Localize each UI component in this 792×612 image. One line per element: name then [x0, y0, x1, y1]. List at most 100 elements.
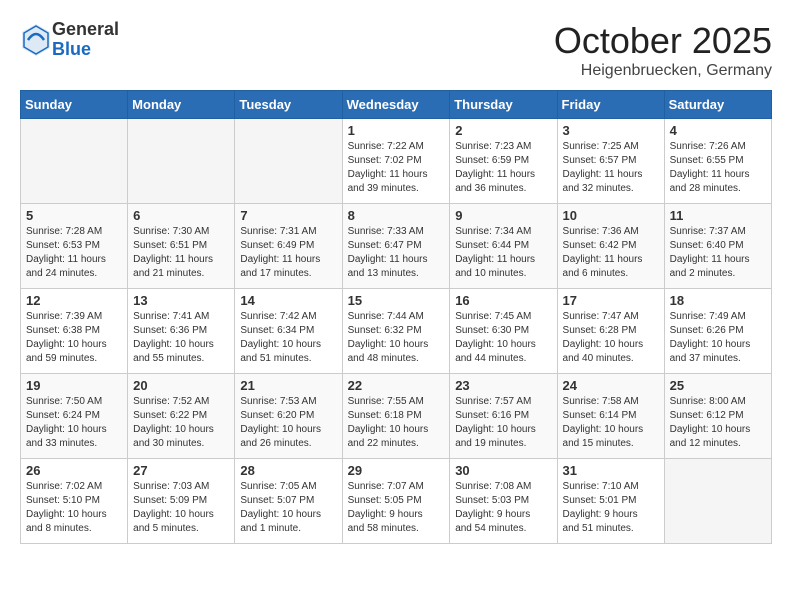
calendar-cell: 28 Sunrise: 7:05 AM Sunset: 5:07 PM Dayli…	[235, 459, 342, 544]
day-number: 21	[240, 378, 336, 393]
calendar-cell: 1Sunrise: 7:22 AM Sunset: 7:02 PM Daylig…	[342, 119, 450, 204]
calendar-cell: 4Sunrise: 7:26 AM Sunset: 6:55 PM Daylig…	[664, 119, 771, 204]
day-info: Sunrise: 7:58 AM Sunset: 6:14 PM Dayligh…	[563, 395, 659, 451]
calendar-cell: 27 Sunrise: 7:03 AM Sunset: 5:09 PM Dayli…	[128, 459, 235, 544]
day-info: Sunrise: 7:34 AM Sunset: 6:44 PM Dayligh…	[455, 225, 551, 281]
day-info: Sunrise: 7:42 AM Sunset: 6:34 PM Dayligh…	[240, 310, 336, 366]
day-number: 5	[26, 208, 122, 223]
calendar-cell: 26 Sunrise: 7:02 AM Sunset: 5:10 PM Dayli…	[21, 459, 128, 544]
logo-blue: Blue	[52, 40, 119, 60]
calendar-cell: 17 Sunrise: 7:47 AM Sunset: 6:28 PM Dayli…	[557, 289, 664, 374]
calendar-table: SundayMondayTuesdayWednesdayThursdayFrid…	[20, 90, 772, 544]
calendar-cell: 13Sunrise: 7:41 AM Sunset: 6:36 PM Dayli…	[128, 289, 235, 374]
calendar-cell: 8Sunrise: 7:33 AM Sunset: 6:47 PM Daylig…	[342, 204, 450, 289]
logo-icon	[20, 22, 52, 58]
location: Heigenbruecken, Germany	[554, 62, 772, 80]
day-number: 23	[455, 378, 551, 393]
calendar-cell: 2 Sunrise: 7:23 AM Sunset: 6:59 PM Daylig…	[450, 119, 557, 204]
calendar-cell	[21, 119, 128, 204]
day-info: Sunrise: 7:37 AM Sunset: 6:40 PM Dayligh…	[670, 225, 766, 281]
header-thursday: Thursday	[450, 91, 557, 119]
day-number: 24	[563, 378, 659, 393]
day-number: 13	[133, 293, 229, 308]
day-info: Sunrise: 7:30 AM Sunset: 6:51 PM Dayligh…	[133, 225, 229, 281]
calendar-cell: 31 Sunrise: 7:10 AM Sunset: 5:01 PM Dayli…	[557, 459, 664, 544]
calendar-week-3: 19 Sunrise: 7:50 AM Sunset: 6:24 PM Dayli…	[21, 374, 772, 459]
calendar-cell: 21 Sunrise: 7:53 AM Sunset: 6:20 PM Dayli…	[235, 374, 342, 459]
calendar-cell	[664, 459, 771, 544]
day-info: Sunrise: 7:57 AM Sunset: 6:16 PM Dayligh…	[455, 395, 551, 451]
calendar-cell: 5 Sunrise: 7:28 AM Sunset: 6:53 PM Daylig…	[21, 204, 128, 289]
page-header: General Blue October 2025 Heigenbruecken…	[20, 20, 772, 80]
day-info: Sunrise: 7:52 AM Sunset: 6:22 PM Dayligh…	[133, 395, 229, 451]
header-friday: Friday	[557, 91, 664, 119]
calendar-cell: 3Sunrise: 7:25 AM Sunset: 6:57 PM Daylig…	[557, 119, 664, 204]
calendar-cell: 25 Sunrise: 8:00 AM Sunset: 6:12 PM Dayli…	[664, 374, 771, 459]
day-number: 4	[670, 123, 766, 138]
calendar-cell	[128, 119, 235, 204]
calendar-cell: 9 Sunrise: 7:34 AM Sunset: 6:44 PM Daylig…	[450, 204, 557, 289]
day-number: 25	[670, 378, 766, 393]
header-sunday: Sunday	[21, 91, 128, 119]
day-info: Sunrise: 7:03 AM Sunset: 5:09 PM Dayligh…	[133, 480, 229, 536]
day-info: Sunrise: 7:45 AM Sunset: 6:30 PM Dayligh…	[455, 310, 551, 366]
calendar-week-1: 5 Sunrise: 7:28 AM Sunset: 6:53 PM Daylig…	[21, 204, 772, 289]
day-info: Sunrise: 7:08 AM Sunset: 5:03 PM Dayligh…	[455, 480, 551, 536]
calendar-cell	[235, 119, 342, 204]
day-info: Sunrise: 7:39 AM Sunset: 6:38 PM Dayligh…	[26, 310, 122, 366]
day-info: Sunrise: 7:53 AM Sunset: 6:20 PM Dayligh…	[240, 395, 336, 451]
calendar-cell: 24 Sunrise: 7:58 AM Sunset: 6:14 PM Dayli…	[557, 374, 664, 459]
day-number: 28	[240, 463, 336, 478]
logo: General Blue	[20, 20, 119, 60]
day-info: Sunrise: 7:47 AM Sunset: 6:28 PM Dayligh…	[563, 310, 659, 366]
day-info: Sunrise: 7:28 AM Sunset: 6:53 PM Dayligh…	[26, 225, 122, 281]
day-number: 2	[455, 123, 551, 138]
day-info: Sunrise: 7:44 AM Sunset: 6:32 PM Dayligh…	[348, 310, 445, 366]
day-number: 10	[563, 208, 659, 223]
day-number: 14	[240, 293, 336, 308]
calendar-cell: 10 Sunrise: 7:36 AM Sunset: 6:42 PM Dayli…	[557, 204, 664, 289]
logo-text: General Blue	[52, 20, 119, 60]
day-info: Sunrise: 7:05 AM Sunset: 5:07 PM Dayligh…	[240, 480, 336, 536]
calendar-cell: 11Sunrise: 7:37 AM Sunset: 6:40 PM Dayli…	[664, 204, 771, 289]
day-info: Sunrise: 8:00 AM Sunset: 6:12 PM Dayligh…	[670, 395, 766, 451]
calendar-cell: 30Sunrise: 7:08 AM Sunset: 5:03 PM Dayli…	[450, 459, 557, 544]
calendar-week-2: 12Sunrise: 7:39 AM Sunset: 6:38 PM Dayli…	[21, 289, 772, 374]
day-info: Sunrise: 7:23 AM Sunset: 6:59 PM Dayligh…	[455, 140, 551, 196]
day-info: Sunrise: 7:55 AM Sunset: 6:18 PM Dayligh…	[348, 395, 445, 451]
day-number: 15	[348, 293, 445, 308]
calendar-cell: 12Sunrise: 7:39 AM Sunset: 6:38 PM Dayli…	[21, 289, 128, 374]
day-number: 8	[348, 208, 445, 223]
day-number: 26	[26, 463, 122, 478]
day-number: 17	[563, 293, 659, 308]
day-number: 31	[563, 463, 659, 478]
header-tuesday: Tuesday	[235, 91, 342, 119]
day-info: Sunrise: 7:02 AM Sunset: 5:10 PM Dayligh…	[26, 480, 122, 536]
header-wednesday: Wednesday	[342, 91, 450, 119]
day-number: 7	[240, 208, 336, 223]
day-info: Sunrise: 7:10 AM Sunset: 5:01 PM Dayligh…	[563, 480, 659, 536]
day-number: 19	[26, 378, 122, 393]
day-info: Sunrise: 7:49 AM Sunset: 6:26 PM Dayligh…	[670, 310, 766, 366]
calendar-cell: 6 Sunrise: 7:30 AM Sunset: 6:51 PM Daylig…	[128, 204, 235, 289]
day-info: Sunrise: 7:07 AM Sunset: 5:05 PM Dayligh…	[348, 480, 445, 536]
calendar-cell: 18Sunrise: 7:49 AM Sunset: 6:26 PM Dayli…	[664, 289, 771, 374]
logo-general: General	[52, 20, 119, 40]
day-info: Sunrise: 7:36 AM Sunset: 6:42 PM Dayligh…	[563, 225, 659, 281]
calendar-cell: 14 Sunrise: 7:42 AM Sunset: 6:34 PM Dayli…	[235, 289, 342, 374]
day-number: 29	[348, 463, 445, 478]
calendar-header-row: SundayMondayTuesdayWednesdayThursdayFrid…	[21, 91, 772, 119]
calendar-cell: 23 Sunrise: 7:57 AM Sunset: 6:16 PM Dayli…	[450, 374, 557, 459]
day-number: 3	[563, 123, 659, 138]
day-number: 27	[133, 463, 229, 478]
day-number: 9	[455, 208, 551, 223]
day-number: 6	[133, 208, 229, 223]
calendar-cell: 15 Sunrise: 7:44 AM Sunset: 6:32 PM Dayli…	[342, 289, 450, 374]
day-number: 1	[348, 123, 445, 138]
day-info: Sunrise: 7:31 AM Sunset: 6:49 PM Dayligh…	[240, 225, 336, 281]
calendar-cell: 16 Sunrise: 7:45 AM Sunset: 6:30 PM Dayli…	[450, 289, 557, 374]
month-title: October 2025	[554, 20, 772, 62]
day-number: 22	[348, 378, 445, 393]
day-number: 16	[455, 293, 551, 308]
day-info: Sunrise: 7:50 AM Sunset: 6:24 PM Dayligh…	[26, 395, 122, 451]
